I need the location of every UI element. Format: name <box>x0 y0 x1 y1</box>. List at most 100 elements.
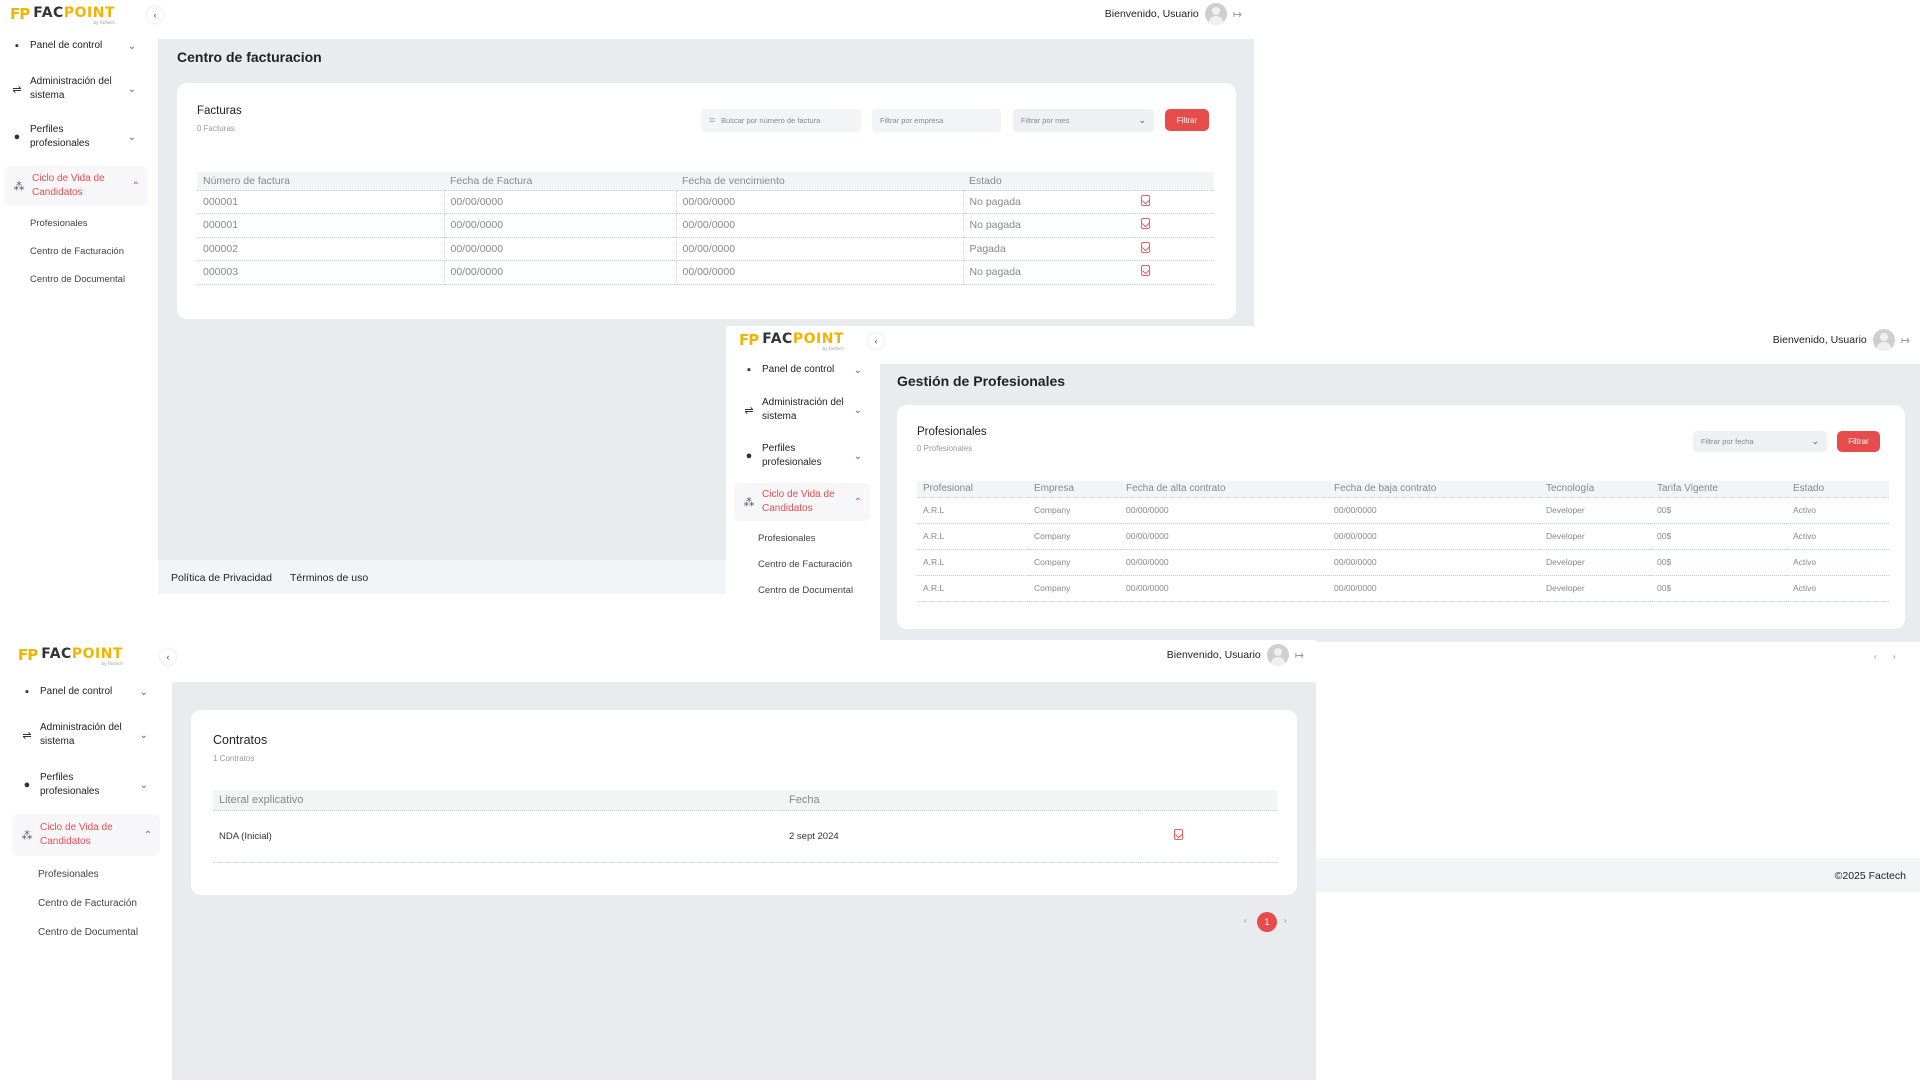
nav-item-profiles[interactable]: ● Perfiles profesionales ⌄ <box>10 120 144 154</box>
invoice-search-input[interactable]: ○ Buscar por número de factura <box>701 109 861 132</box>
nav-item-candidates[interactable]: ⁂ Ciclo de Vida de Candidatos ⌃ <box>12 814 160 856</box>
dashboard-icon: ▪ <box>25 686 29 698</box>
nav-item-candidates[interactable]: ⁂ Ciclo de Vida de Candidatos ⌃ <box>734 483 870 521</box>
welcome-text: Bienvenido, Usuario <box>1772 334 1867 346</box>
next-page-icon[interactable]: › <box>1284 916 1287 925</box>
table-cell: 000003 <box>197 260 445 285</box>
sidebar-collapse-button[interactable]: ‹ <box>147 7 163 23</box>
table-cell: 00/00/0000 <box>1120 549 1328 576</box>
col-header: Estado <box>1787 481 1889 498</box>
logout-icon[interactable]: ↦ <box>1295 649 1304 662</box>
avatar[interactable] <box>1204 3 1227 25</box>
page-1-button[interactable]: 1 <box>1257 912 1277 932</box>
logo-mark-icon: FP <box>18 646 38 664</box>
col-header: Estado <box>963 172 1135 191</box>
avatar[interactable] <box>1266 644 1289 666</box>
date-filter-select[interactable]: Filtrar por fecha ⌄ <box>1693 431 1827 452</box>
col-header: Tarifa Vigente <box>1651 481 1787 498</box>
nav-item-label: Ciclo de Vida de Candidatos <box>32 173 105 198</box>
table-row: 000001 00/00/0000 00/00/0000 No pagada <box>197 190 1214 214</box>
nav-item-admin[interactable]: ⇌ Administración del sistema ⌄ <box>10 72 144 106</box>
logout-icon[interactable]: ↦ <box>1901 334 1910 347</box>
table-row: 000003 00/00/0000 00/00/0000 No pagada <box>197 260 1214 285</box>
nav-item-admin[interactable]: ⇌ Administración del sistema ⌄ <box>742 394 870 426</box>
nav-item-panel[interactable]: ▪ Panel de control ⌄ <box>20 682 156 702</box>
pdf-download-icon[interactable] <box>1141 218 1150 230</box>
pdf-download-icon[interactable] <box>1141 265 1150 277</box>
privacy-link[interactable]: Política de Privacidad <box>171 572 272 584</box>
sidebar-collapse-button[interactable]: ‹ <box>868 333 884 349</box>
nav-item-admin[interactable]: ⇌ Administración del sistema ⌄ <box>20 718 156 752</box>
table-cell: 00/00/0000 <box>1328 549 1540 576</box>
filter-button[interactable]: Filtrar <box>1165 109 1209 131</box>
pdf-download-icon[interactable] <box>1141 241 1150 253</box>
sub-item-documental[interactable]: Centro de Documental <box>38 927 138 938</box>
table-cell <box>1135 237 1214 261</box>
nav-item-candidates[interactable]: ⁂ Ciclo de Vida de Candidatos ⌃ <box>4 166 148 206</box>
next-arrow-icon[interactable]: › <box>1893 652 1896 661</box>
col-header: Fecha de baja contrato <box>1328 481 1540 498</box>
table-cell: No pagada <box>963 213 1135 238</box>
nav-item-profiles[interactable]: ● Perfiles profesionales ⌄ <box>742 440 870 472</box>
table-cell: 00/00/0000 <box>444 190 677 214</box>
month-filter-value: Filtrar por mes <box>1021 116 1070 125</box>
table-cell: A.R.L <box>917 575 1028 602</box>
table-row: A.R.L Company 00/00/0000 00/00/0000 Deve… <box>917 497 1889 524</box>
table-cell: No pagada <box>963 190 1135 214</box>
sub-item-documental[interactable]: Centro de Documental <box>30 274 125 285</box>
col-header: Número de factura <box>197 172 444 191</box>
sub-item-profesionales[interactable]: Profesionales <box>30 218 88 229</box>
card-subtitle: 0 Facturas <box>197 124 235 133</box>
table-cell <box>1135 190 1214 214</box>
pdf-download-icon[interactable] <box>1174 829 1183 840</box>
sub-item-profesionales[interactable]: Profesionales <box>758 533 816 544</box>
welcome-text: Bienvenido, Usuario <box>1104 8 1199 20</box>
invoices-card: Facturas 0 Facturas ○ Buscar por número … <box>177 83 1236 319</box>
company-filter-input[interactable]: Filtrar por empresa <box>872 109 1001 132</box>
chevron-down-icon: ⌄ <box>139 729 148 741</box>
month-filter-select[interactable]: Filtrar por mes ⌄ <box>1013 109 1154 132</box>
sub-item-documental[interactable]: Centro de Documental <box>758 585 853 596</box>
welcome-text: Bienvenido, Usuario <box>1166 649 1261 661</box>
nav-item-label: Perfiles profesionales <box>40 772 100 797</box>
card-subtitle: 1 Contratos <box>213 754 255 763</box>
pdf-download-icon[interactable] <box>1141 194 1150 206</box>
nav-item-panel[interactable]: ▪ Panel de control ⌄ <box>10 36 144 56</box>
table-cell: Pagada <box>963 237 1135 261</box>
table-cell: A.R.L <box>917 497 1028 524</box>
table-cell: NDA (Inicial) <box>213 810 783 863</box>
logo-text: FACPOINT by Factech <box>33 5 115 25</box>
page-title: Centro de facturacion <box>177 49 322 65</box>
nav-item-panel[interactable]: ▪ Panel de control ⌄ <box>742 360 870 380</box>
logo-text: FACPOINT by Factech <box>41 646 123 666</box>
prev-arrow-icon[interactable]: ‹ <box>1874 652 1877 661</box>
nodes-icon: ⁂ <box>21 829 33 842</box>
filter-button[interactable]: Filtrar <box>1837 431 1880 452</box>
contracts-card: Contratos 1 Contratos Literal explicativ… <box>191 710 1297 895</box>
nav-item-profiles[interactable]: ● Perfiles profesionales ⌄ <box>20 768 156 802</box>
table-cell: 00$ <box>1651 575 1787 602</box>
date-filter-value: Filtrar por fecha <box>1701 437 1754 446</box>
table-cell: 00/00/0000 <box>1328 575 1540 602</box>
card-title: Facturas <box>197 105 242 117</box>
sub-item-profesionales[interactable]: Profesionales <box>38 869 99 880</box>
logout-icon[interactable]: ↦ <box>1233 8 1242 21</box>
col-header: Profesional <box>917 481 1028 498</box>
table-cell: 000001 <box>197 213 445 238</box>
nav-item-label: Administración del sistema <box>762 397 844 422</box>
prev-page-icon[interactable]: ‹ <box>1244 916 1247 925</box>
avatar[interactable] <box>1872 329 1895 351</box>
contracts-screen: FP FACPOINT by Factech ▪ Panel de control ⌄… <box>0 640 1316 1080</box>
logo-mark-icon: FP <box>10 5 30 23</box>
terms-link[interactable]: Términos de uso <box>290 572 368 584</box>
sidebar-collapse-button[interactable]: ‹ <box>160 649 176 665</box>
sub-item-facturacion[interactable]: Centro de Facturación <box>758 559 852 570</box>
sub-item-facturacion[interactable]: Centro de Facturación <box>38 898 137 909</box>
sliders-icon: ⇌ <box>12 83 22 96</box>
table-cell: 00/00/0000 <box>1120 575 1328 602</box>
nav-item-label: Panel de control <box>40 686 113 697</box>
table-cell <box>1135 260 1214 285</box>
sub-item-facturacion[interactable]: Centro de Facturación <box>30 246 124 257</box>
table-cell: 00/00/0000 <box>676 237 964 261</box>
table-cell: Developer <box>1540 523 1651 550</box>
